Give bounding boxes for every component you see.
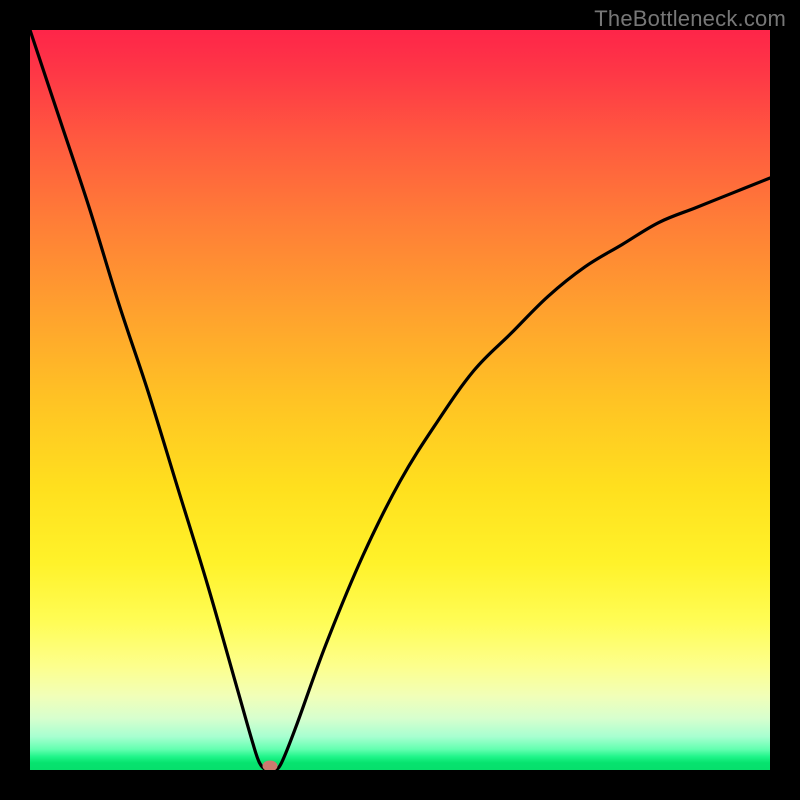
bottleneck-curve — [30, 30, 770, 770]
chart-frame: TheBottleneck.com — [0, 0, 800, 800]
minimum-marker — [262, 761, 277, 770]
watermark-text: TheBottleneck.com — [594, 6, 786, 32]
plot-area — [30, 30, 770, 770]
